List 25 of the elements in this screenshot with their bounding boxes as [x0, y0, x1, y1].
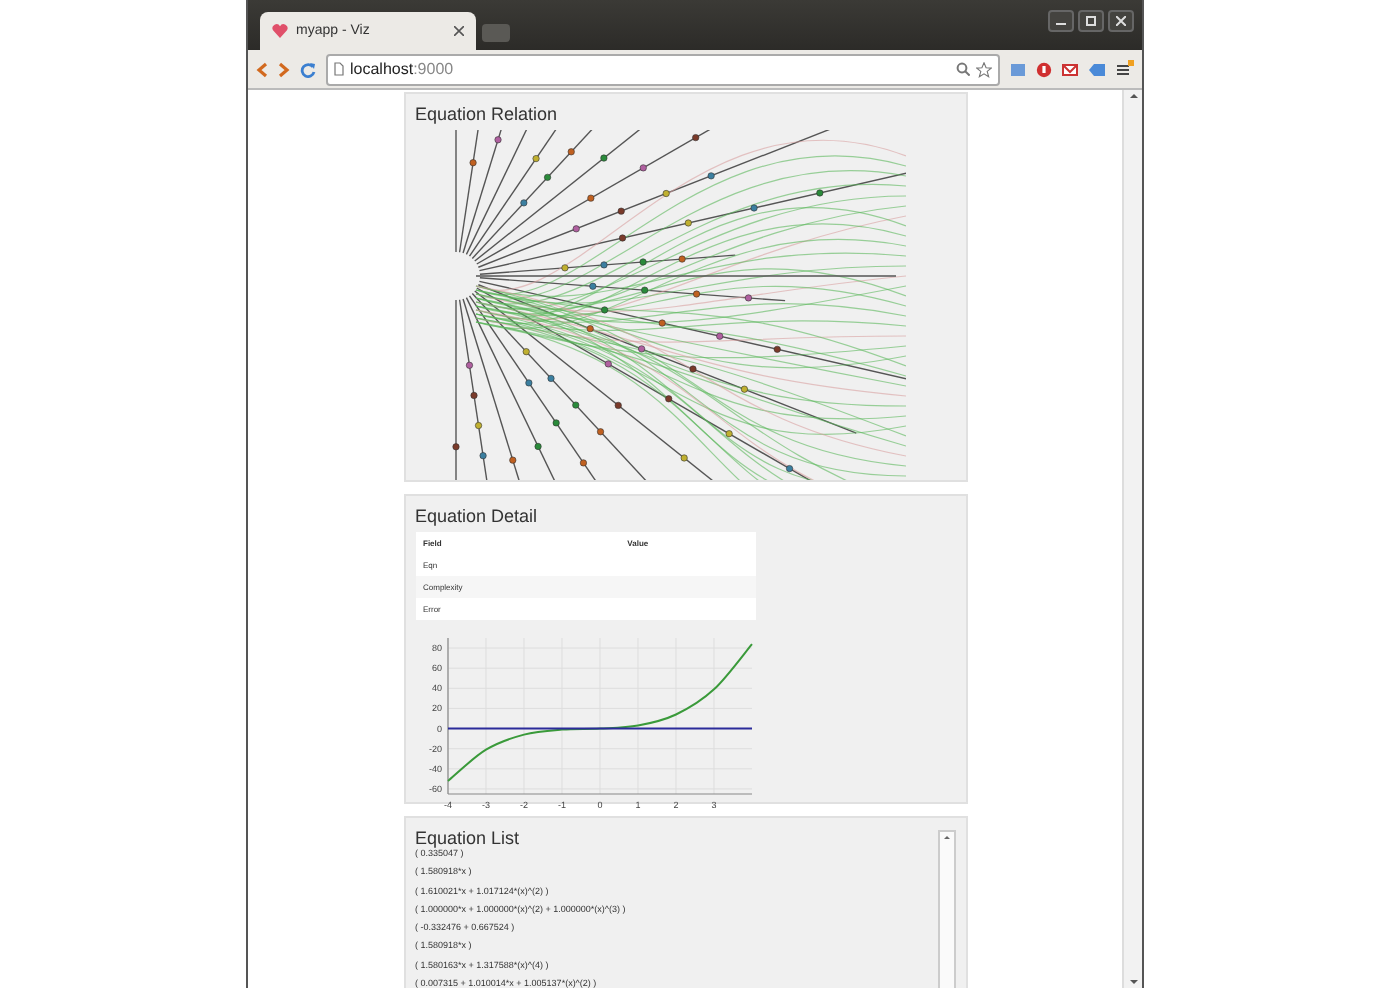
extension-icon[interactable]: [1036, 61, 1052, 77]
page-icon: [334, 62, 344, 76]
search-icon[interactable]: [956, 62, 970, 76]
maximize-button[interactable]: [1078, 10, 1104, 32]
star-icon[interactable]: [976, 61, 992, 77]
close-icon[interactable]: [454, 26, 464, 36]
mail-icon[interactable]: [1062, 61, 1078, 77]
heart-icon: [272, 24, 288, 38]
forward-icon[interactable]: [278, 61, 290, 77]
maximize-icon: [1086, 16, 1096, 26]
menu-icon[interactable]: [1116, 60, 1134, 78]
close-icon: [1116, 16, 1126, 26]
panel-title: Equation Detail: [415, 506, 540, 526]
back-icon[interactable]: [256, 61, 268, 77]
minimize-button[interactable]: [1048, 10, 1074, 32]
scroll-up-icon[interactable]: [941, 832, 951, 842]
page-scrollbar[interactable]: [1122, 90, 1142, 988]
extension-icon[interactable]: [1088, 61, 1106, 77]
panel-title: Equation List: [415, 828, 522, 848]
close-window-button[interactable]: [1108, 10, 1134, 32]
list-scrollbar[interactable]: [937, 830, 955, 988]
scroll-down-icon[interactable]: [1127, 976, 1139, 988]
address-bar[interactable]: localhost:9000: [326, 53, 1000, 85]
reload-icon[interactable]: [300, 61, 316, 77]
panel-title: Equation Relation: [415, 104, 560, 124]
